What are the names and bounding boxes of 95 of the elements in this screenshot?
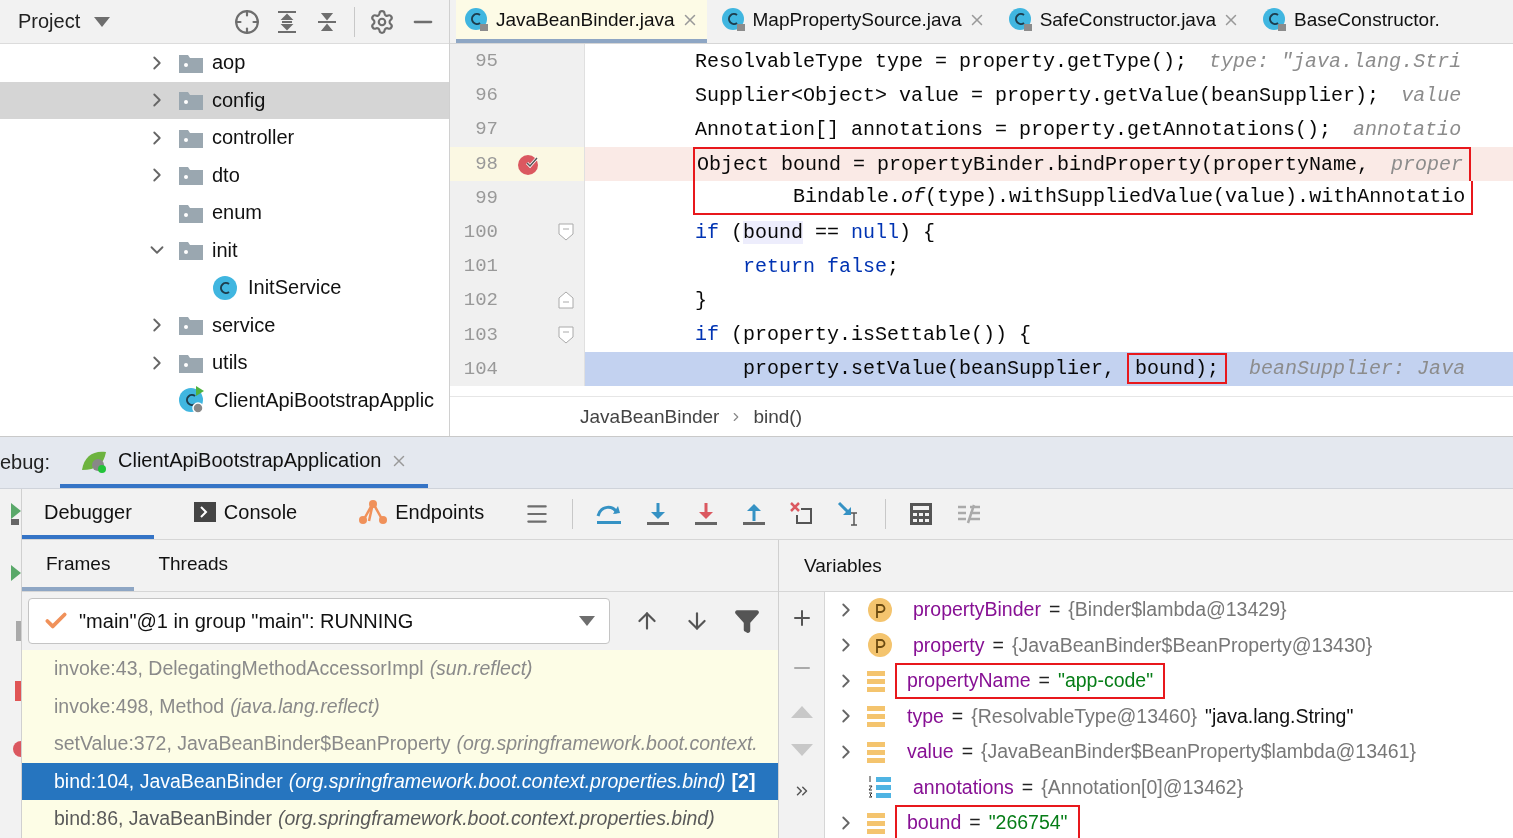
parameter-icon	[867, 632, 893, 659]
tree-item-label: enum	[212, 201, 263, 225]
tree-item-label: dto	[212, 163, 240, 187]
tree-item-label: init	[212, 238, 238, 262]
line-number: 96	[474, 84, 499, 107]
line-number: 95	[474, 50, 499, 73]
tree-item-label: aop	[212, 51, 246, 75]
variable-entry[interactable]: annotations = {Annotation[0]@13462}	[901, 769, 1256, 805]
endpoints-icon	[359, 499, 388, 525]
mute-breakpoints-icon[interactable]	[13, 741, 21, 757]
tree-item[interactable]: ClientApiBootstrapApplic	[0, 381, 449, 419]
line-number: 97	[474, 118, 499, 141]
class-icon	[1262, 6, 1288, 33]
line-number: 103	[462, 323, 499, 346]
file-tab[interactable]: MapPropertySource.java	[712, 0, 994, 43]
tree-item[interactable]: dto	[0, 156, 449, 194]
tree-item-label: InitService	[248, 276, 342, 300]
console-icon	[193, 502, 216, 522]
filter-icon[interactable]	[734, 608, 760, 634]
parameter-icon	[867, 596, 893, 623]
step-into-icon[interactable]	[645, 501, 672, 527]
stack-frame[interactable]: bind:104, JavaBeanBinder (org.springframework.boot.context.properties.bind) [2]	[22, 762, 778, 800]
calculator-icon[interactable]	[908, 501, 935, 527]
class-icon	[212, 273, 240, 302]
app-class-icon	[178, 386, 206, 415]
variable-entry[interactable]: type = {ResolvableType@13460} "java.lang.String"	[895, 698, 1366, 734]
tree-item[interactable]: init	[0, 231, 449, 269]
code-line: if (bound == null) {	[694, 219, 937, 246]
file-tab[interactable]: BaseConstructor.	[1254, 0, 1448, 43]
variable-entry[interactable]: property = {JavaBeanBinder$BeanProperty@13430}	[901, 627, 1385, 663]
panel-title: Variables	[779, 540, 1513, 592]
class-icon	[720, 6, 747, 33]
breadcrumb[interactable]: bind()	[753, 405, 802, 428]
tree-item-label: utils	[212, 351, 248, 375]
settings-icon[interactable]	[369, 8, 395, 35]
folder-icon	[178, 314, 204, 337]
code-line: return false;	[742, 253, 901, 280]
line-number: 99	[474, 186, 499, 209]
tool-tab[interactable]: Console	[171, 489, 320, 539]
tool-tab[interactable]: Endpoints	[337, 489, 507, 539]
folder-icon	[178, 89, 204, 112]
variable-entry[interactable]: propertyBinder = {Binder$lambda@13429}	[901, 592, 1299, 628]
field-icon	[867, 810, 887, 835]
dropdown-caret-icon[interactable]	[94, 16, 111, 27]
variable-entry[interactable]: propertyName = "app-code"	[895, 663, 1166, 699]
code-line: Annotation[] annotations = property.getAnnotations(); annotatio	[694, 116, 1463, 143]
line-number: 100	[462, 221, 499, 244]
force-step-into-icon[interactable]	[693, 501, 720, 527]
class-icon	[1007, 6, 1034, 33]
line-number: 104	[462, 357, 499, 380]
line-number: 98	[474, 152, 499, 175]
array-icon	[867, 774, 893, 801]
session-tab[interactable]: ClientApiBootstrapApplication	[60, 437, 428, 488]
thread-dropdown[interactable]: "main"@1 in group "main": RUNNING	[28, 598, 610, 644]
stack-frame[interactable]: bind:86, JavaBeanBinder (org.springframework.boot.context.properties.bind)	[22, 800, 778, 838]
code-line: ResolvableType type = property.getType(); type: "java.lang.Stri	[694, 48, 1463, 75]
code-line: if (property.isSettable()) {	[694, 322, 1033, 349]
code-line: Bindable.of(type).withSuppliedValue(value).withAnnotatio	[693, 180, 1474, 215]
play-icon[interactable]	[11, 565, 21, 581]
tree-item[interactable]: controller	[0, 119, 449, 157]
code-line: }	[694, 287, 708, 314]
breadcrumb[interactable]: JavaBeanBinder	[580, 405, 720, 428]
panel-title[interactable]: Project	[18, 10, 81, 33]
tree-item[interactable]: InitService	[0, 269, 449, 307]
tree-item[interactable]: utils	[0, 344, 449, 382]
line-number: 102	[462, 289, 499, 312]
folder-icon	[178, 239, 204, 262]
tree-item[interactable]: aop	[0, 44, 449, 82]
tool-tab[interactable]: Debugger	[22, 489, 154, 539]
field-icon	[867, 668, 887, 693]
code-line: Supplier<Object> value = property.getValue(beanSupplier); value	[694, 82, 1463, 109]
field-icon	[867, 704, 887, 729]
tree-item[interactable]: enum	[0, 194, 449, 232]
tree-item-label: config	[212, 88, 266, 112]
code-line: Object bound = propertyBinder.bindProperty(propertyName, proper	[693, 146, 1472, 181]
folder-icon	[178, 164, 204, 187]
dropdown-caret-icon[interactable]	[579, 616, 595, 626]
file-tab[interactable]: SafeConstructor.java	[999, 0, 1248, 43]
code-line: property.setValue(beanSupplier, bound); beanSupplier: Java	[693, 351, 1468, 386]
play-icon[interactable]	[11, 503, 21, 525]
variable-entry[interactable]: value = {JavaBeanBinder$BeanProperty$lambda@13461}	[895, 734, 1429, 770]
panel-tab[interactable]: Threads	[134, 540, 253, 591]
locate-icon[interactable]	[234, 8, 260, 35]
field-icon	[867, 739, 887, 764]
tree-item-label: controller	[212, 126, 295, 150]
tree-item[interactable]: service	[0, 306, 449, 344]
line-number: 101	[462, 255, 499, 278]
variable-entry[interactable]: bound = "266754"	[895, 805, 1080, 838]
tree-item-label: ClientApiBootstrapApplic	[214, 388, 435, 412]
panel-tab[interactable]: Frames	[22, 540, 135, 591]
tree-item[interactable]: config	[0, 81, 449, 119]
class-icon	[464, 6, 490, 33]
file-tab[interactable]: JavaBeanBinder.java	[456, 0, 707, 43]
step-out-icon[interactable]	[741, 501, 768, 527]
tree-item-label: service	[212, 313, 276, 337]
